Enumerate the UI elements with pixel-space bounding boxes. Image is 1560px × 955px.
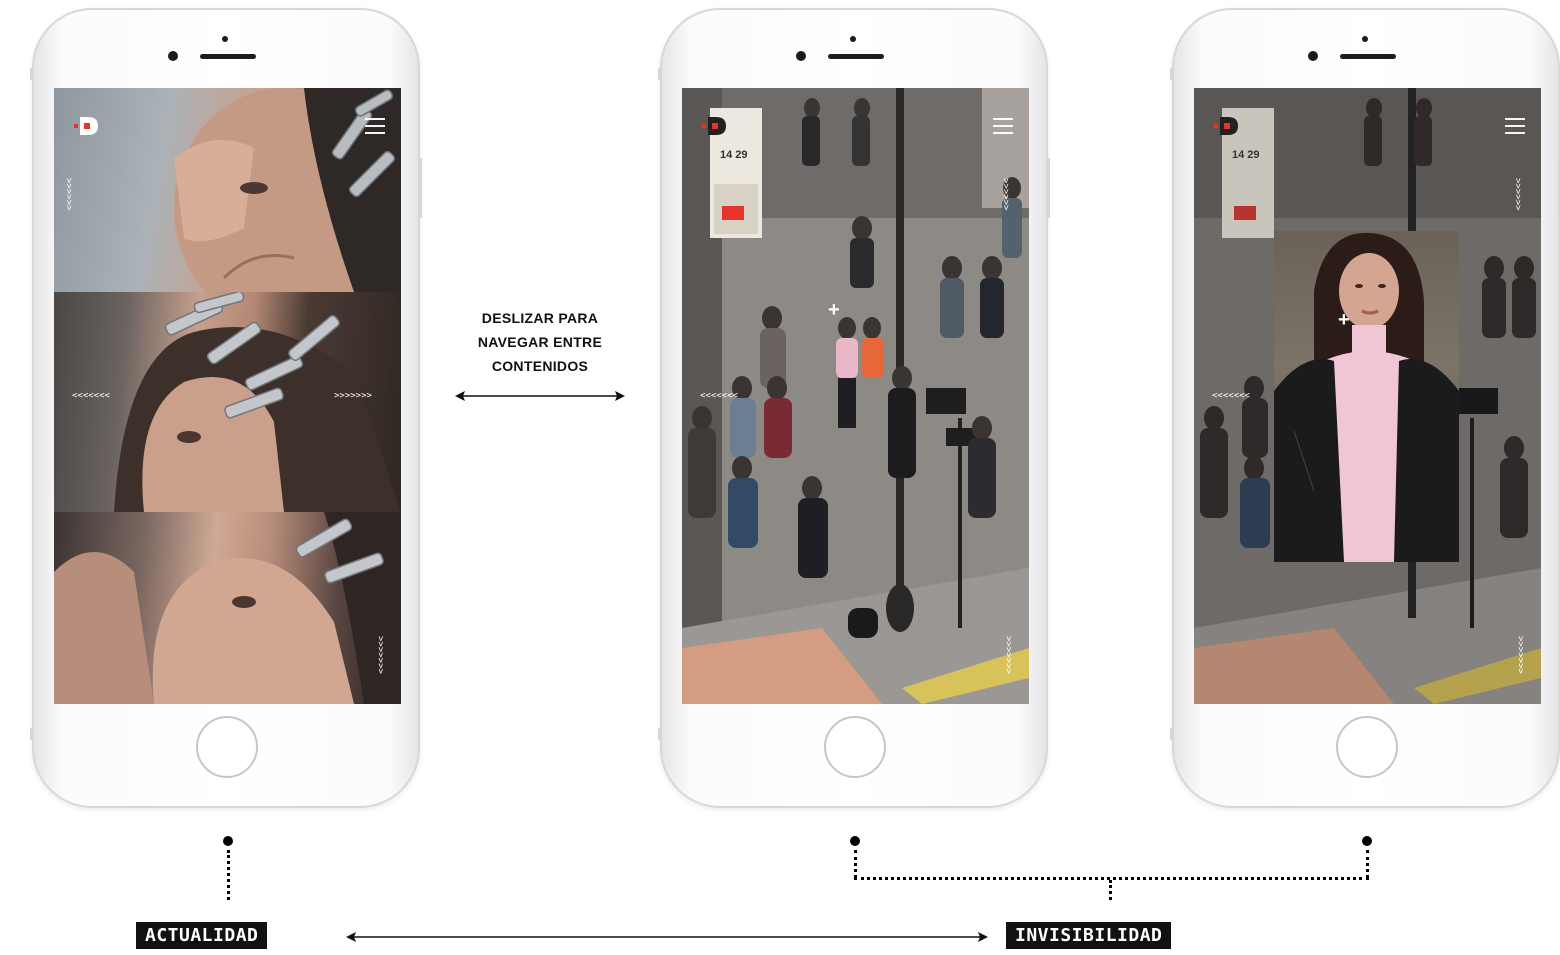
front-camera [168,51,178,61]
earpiece-speaker [828,54,884,59]
sensor-dot [850,36,856,42]
home-button [1336,716,1398,778]
menu-icon[interactable] [993,118,1013,134]
side-button [658,728,661,740]
volume-button [1047,158,1050,218]
volume-button [419,158,422,218]
front-camera [796,51,806,61]
swipe-left-chevrons: <<<<<<< [700,391,738,401]
caption-line: DESLIZAR PARA [481,310,599,326]
app-screen-crowd[interactable]: 14 29 + <<<<<< <<<<<<< >>>>>>> [682,88,1029,704]
caption-line: CONTENIDOS [491,358,589,374]
connector-line [854,850,857,878]
earpiece-speaker [1340,54,1396,59]
plus-icon[interactable]: + [1338,310,1350,330]
home-button [824,716,886,778]
label-actualidad: ACTUALIDAD [136,922,268,949]
sensor-dot [222,36,228,42]
portrait-illustration [114,292,401,512]
side-button [1170,728,1173,740]
swipe-left-chevrons: <<<<<<< [72,391,110,401]
home-button [196,716,258,778]
poster-date: 14 29 [720,149,748,161]
brand-logo-icon[interactable] [1214,116,1240,136]
earpiece-speaker [200,54,256,59]
swipe-up-chevrons: <<<<<< [65,178,75,211]
swipe-left-chevrons: <<<<<<< [1212,391,1250,401]
connector-node [1362,836,1372,846]
side-button [30,728,33,740]
plus-icon[interactable]: + [828,300,840,320]
side-button [1170,68,1173,80]
double-arrow-icon [455,391,625,401]
connector-node [850,836,860,846]
swipe-down-chevrons: >>>>>>> [375,636,385,674]
label-invisibilidad: INVISIBILIDAD [1006,922,1172,949]
swipe-up-chevrons: <<<<<< [1514,178,1524,211]
menu-icon[interactable] [1505,118,1525,134]
caption-line: NAVEGAR ENTRE [477,334,603,350]
poster-date: 14 29 [1232,149,1260,161]
swipe-caption: DESLIZAR PARA NAVEGAR ENTRE CONTENIDOS [455,306,625,378]
portrait-illustration [54,512,401,704]
connector-line [1366,850,1369,878]
app-screen-actualidad[interactable]: <<<<<< <<<<<<< >>>>>>> >>>>>>> [54,88,401,704]
phone-mockup-invisibilidad-detail: 14 29 + <<<<<< <<<<<<< >>>>>>> [1170,8,1560,808]
phone-mockup-actualidad: <<<<<< <<<<<<< >>>>>>> >>>>>>> [30,8,422,808]
side-button [30,68,33,80]
woman-portrait [1274,232,1459,562]
portrait-panel-3[interactable] [54,512,401,704]
connector-line [1109,880,1112,900]
front-camera [1308,51,1318,61]
brand-logo-icon[interactable] [702,116,728,136]
portrait-overlay-card[interactable] [1274,231,1459,562]
swipe-right-chevrons: >>>>>>> [334,391,372,401]
phone-mockup-invisibilidad-crowd: 14 29 + <<<<<< <<<<<<< >>>>>>> [658,8,1050,808]
double-arrow-icon [346,932,988,942]
connector-line [227,850,230,900]
menu-icon[interactable] [365,118,385,134]
sensor-dot [1362,36,1368,42]
app-screen-detail[interactable]: 14 29 + <<<<<< <<<<<<< >>>>>>> [1194,88,1541,704]
portrait-panel-1[interactable] [54,88,401,292]
swipe-up-chevrons: <<<<<< [1002,178,1012,211]
side-button [658,68,661,80]
portrait-panel-2[interactable] [54,292,401,512]
swipe-down-chevrons: >>>>>>> [1515,636,1525,674]
swipe-down-chevrons: >>>>>>> [1003,636,1013,674]
connector-node [223,836,233,846]
portrait-illustration [174,88,401,292]
brand-logo-icon[interactable] [74,116,100,136]
